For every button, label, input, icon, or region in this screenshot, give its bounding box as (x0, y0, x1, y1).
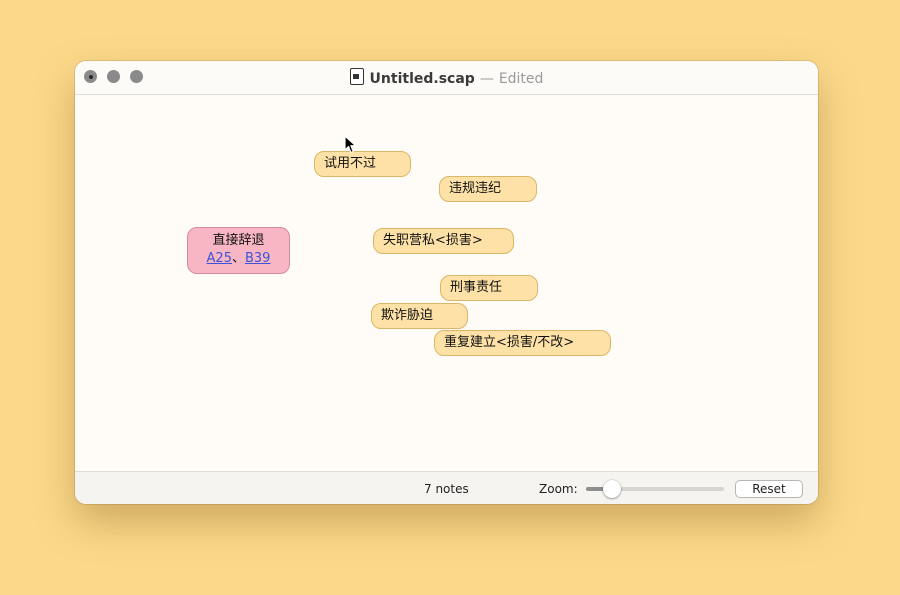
notes-canvas[interactable]: 试用不过 违规违纪 直接辞退 A25、B39 失职营私<损害> 刑事责任 欺诈胁… (75, 95, 818, 472)
zoom-label: Zoom: (539, 482, 578, 496)
window-title: Untitled.scap — Edited (75, 68, 818, 87)
status-bar: 7 notes Zoom: Reset (75, 471, 818, 504)
note-item[interactable]: 重复建立<损害/不改> (434, 330, 611, 356)
document-name: Untitled.scap (369, 71, 475, 87)
title-separator: — (479, 71, 494, 87)
mouse-pointer-icon (344, 135, 357, 154)
result-note-title: 直接辞退 (212, 233, 265, 248)
edited-status: Edited (498, 71, 544, 87)
document-icon[interactable] (349, 68, 364, 85)
result-note-links: A25、B39 (188, 250, 289, 268)
link-separator: 、 (231, 251, 245, 266)
link-b39[interactable]: B39 (245, 251, 270, 266)
zoom-slider-knob[interactable] (603, 480, 622, 498)
title-bar[interactable]: Untitled.scap — Edited (75, 61, 818, 95)
link-a25[interactable]: A25 (207, 251, 232, 266)
note-item[interactable]: 违规违纪 (439, 176, 537, 202)
note-item[interactable]: 刑事责任 (440, 275, 538, 301)
note-item[interactable]: 欺诈胁迫 (371, 303, 468, 329)
app-window: Untitled.scap — Edited 试用不过 违规违纪 直接辞退 A25、… (75, 61, 818, 504)
note-item[interactable]: 失职营私<损害> (373, 228, 514, 254)
note-item[interactable]: 试用不过 (314, 151, 411, 177)
result-note[interactable]: 直接辞退 A25、B39 (187, 227, 290, 274)
note-count: 7 notes (424, 482, 469, 496)
reset-button[interactable]: Reset (735, 480, 803, 498)
